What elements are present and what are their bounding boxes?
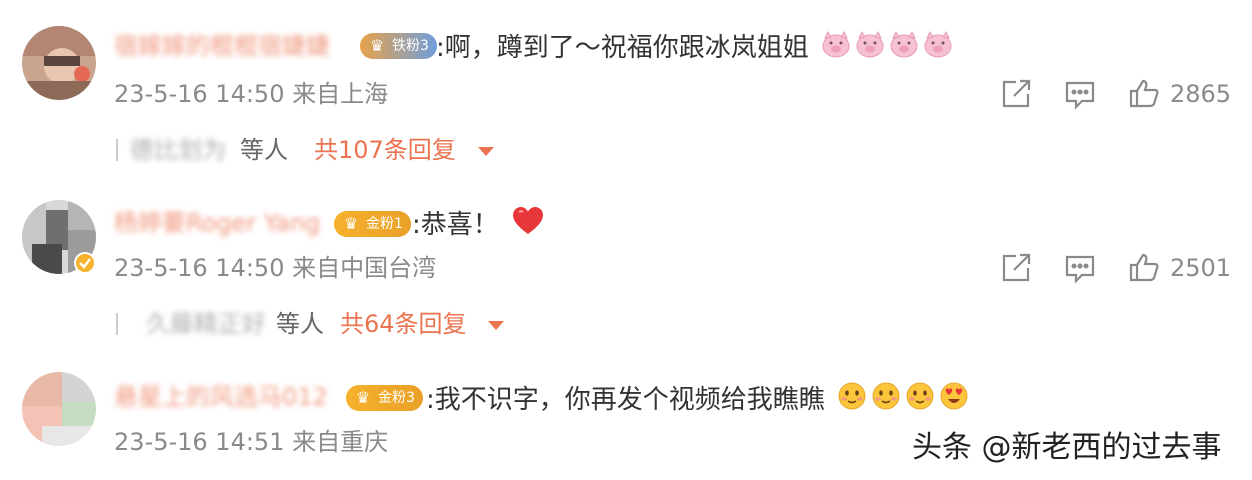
like-icon[interactable]: [1128, 78, 1160, 112]
reply-users: 久藤精正好: [146, 310, 266, 338]
crown-icon: ♛: [355, 388, 371, 407]
comment-text-content: :啊，蹲到了～祝福你跟冰岚姐姐: [436, 33, 809, 63]
avatar[interactable]: [22, 26, 96, 100]
reply-divider: [116, 139, 118, 161]
pig-face-icon: [855, 30, 885, 67]
comment-text-content: :我不识字，你再发个视频给我瞧瞧: [426, 385, 825, 415]
avatar[interactable]: [22, 372, 96, 446]
reply-count[interactable]: 共107条回复: [314, 133, 456, 167]
fan-badge-label: 铁粉3: [392, 38, 429, 54]
comment-location: 来自中国台湾: [292, 254, 437, 282]
fan-badge[interactable]: ♛ 铁粉3: [360, 33, 437, 59]
like-count: 2865: [1170, 80, 1232, 108]
reply-users-suffix: 等人: [276, 310, 324, 338]
pig-face-icon: [889, 30, 919, 67]
blush-face-icon: [905, 381, 935, 420]
pig-face-icon: [923, 30, 953, 67]
pig-face-icon: [821, 30, 851, 67]
fan-badge[interactable]: ♛ 金粉3: [346, 385, 423, 411]
username[interactable]: 悬星上的风选马012: [114, 380, 328, 414]
comment-time: 23-5-16 14:50: [114, 254, 285, 282]
comment-time: 23-5-16 14:50: [114, 80, 285, 108]
comment-meta: 23-5-16 14:50 来自中国台湾: [114, 251, 436, 285]
comment-meta: 23-5-16 14:50 来自上海: [114, 77, 388, 111]
comment-icon[interactable]: [1064, 79, 1096, 113]
crown-icon: ♛: [369, 36, 385, 55]
comment-time: 23-5-16 14:51: [114, 428, 285, 456]
chevron-down-icon[interactable]: [488, 321, 504, 330]
like-count: 2501: [1170, 254, 1232, 282]
fan-badge-label: 金粉3: [378, 390, 415, 406]
crown-icon: ♛: [343, 214, 359, 233]
comment-meta: 23-5-16 14:51 来自重庆: [114, 425, 388, 459]
replies-toggle[interactable]: 德比划为 等人 共107条回复: [116, 133, 516, 167]
verified-badge-icon: [74, 252, 96, 278]
replies-toggle[interactable]: 久藤精正好 等人 共64条回复: [116, 307, 516, 341]
share-icon[interactable]: [1000, 79, 1032, 113]
red-heart-icon: [511, 206, 545, 245]
comment-text: :我不识字，你再发个视频给我瞧瞧: [426, 381, 969, 420]
blush-face-icon: [837, 381, 867, 420]
reply-users-suffix: 等人: [240, 136, 288, 164]
share-icon[interactable]: [1000, 253, 1032, 287]
comment-text: :啊，蹲到了～祝福你跟冰岚姐姐: [436, 30, 953, 67]
comment-location: 来自上海: [292, 80, 389, 108]
fan-badge[interactable]: ♛ 金粉1: [334, 211, 411, 237]
blush-face-icon: [871, 381, 901, 420]
username[interactable]: 杨婷要Roger Yang: [114, 206, 320, 240]
like-icon[interactable]: [1128, 252, 1160, 286]
chevron-down-icon[interactable]: [478, 147, 494, 156]
watermark: 头条 @新老西的过去事: [912, 430, 1222, 465]
reply-count[interactable]: 共64条回复: [340, 307, 467, 341]
reply-users: 德比划为: [130, 136, 226, 164]
username[interactable]: 宿嫁嫁的棍棍宿婕婕: [114, 29, 330, 63]
comment-text: :恭喜！: [412, 206, 545, 245]
heart-eyes-face-icon: [939, 381, 969, 420]
reply-divider: [116, 313, 118, 335]
comment-icon[interactable]: [1064, 253, 1096, 287]
fan-badge-label: 金粉1: [366, 216, 403, 232]
comment-location: 来自重庆: [292, 428, 389, 456]
comment-text-content: :恭喜！: [412, 210, 499, 240]
